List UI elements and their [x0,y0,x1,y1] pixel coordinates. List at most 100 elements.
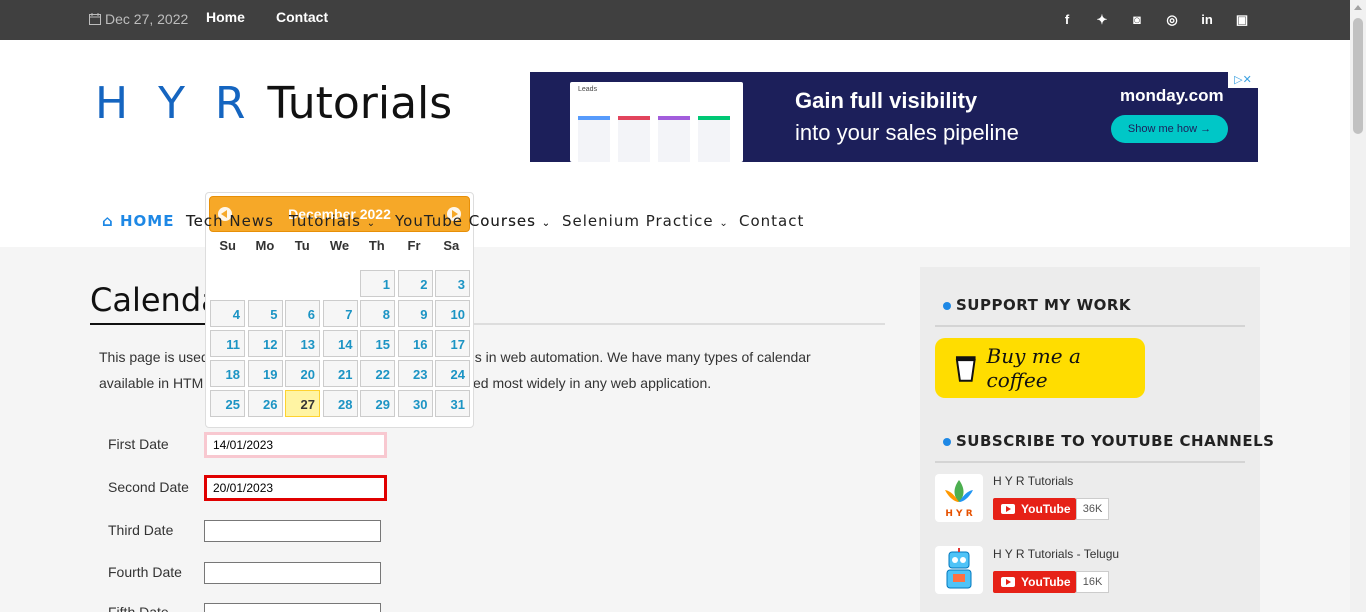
instagram-icon[interactable]: ◎ [1165,12,1179,28]
day-cell[interactable]: 23 [397,360,433,387]
youtube-play-icon [1001,577,1015,587]
day-cell[interactable]: 30 [397,390,433,417]
channel-avatar-telugu[interactable] [935,546,983,594]
page-scrollbar[interactable] [1350,0,1366,612]
home-icon: ⌂ [102,212,114,230]
site-logo[interactable]: H Y R Tutorials [95,77,452,131]
second-date-input[interactable] [204,475,387,501]
day-cell[interactable]: 31 [435,390,470,417]
day-cell[interactable]: 5 [247,300,283,327]
chevron-down-icon: ⌄ [541,218,552,229]
ad-panel-label: Leads [578,86,598,93]
subscribe-heading: SUBSCRIBE TO YOUTUBE CHANNELS [943,432,1274,450]
day-cell[interactable]: 12 [247,330,283,357]
weekday-label: Tu [294,238,310,253]
third-date-input[interactable] [204,520,381,542]
day-cell[interactable]: 15 [360,330,395,357]
day-cell[interactable]: 9 [397,300,433,327]
logo-tutorials: Tutorials [267,78,453,129]
day-cell[interactable]: 10 [435,300,470,327]
buy-coffee-label: Buy me a coffee [986,344,1081,392]
youtube-icon[interactable]: ▣ [1235,12,1249,28]
github-icon[interactable]: ◙ [1130,12,1144,28]
subscriber-count: 16K [1076,571,1109,593]
fourth-date-label: Fourth Date [108,564,182,580]
day-cell[interactable]: 18 [210,360,245,387]
day-cell[interactable]: 2 [397,270,433,297]
day-cell[interactable]: 20 [285,360,320,387]
calendar-icon [89,13,101,25]
ad-cta-button[interactable]: Show me how → [1111,115,1228,143]
linkedin-icon[interactable]: in [1200,12,1214,28]
day-cell[interactable]: 28 [322,390,358,417]
third-date-label: Third Date [108,522,174,538]
ad-headline: Gain full visibility [795,88,978,113]
day-cell[interactable]: 26 [247,390,283,417]
weekday-label: Mo [255,238,275,253]
svg-text:H Y R: H Y R [945,509,972,519]
day-cell[interactable]: 14 [322,330,358,357]
day-cell[interactable]: 4 [210,300,245,327]
ad-panel-image: Leads [570,82,743,162]
facebook-icon[interactable]: f [1060,12,1074,28]
nav-youtube-courses-overlay[interactable]: YouTube Courses ⌄ [395,212,551,230]
logo-hyr: H Y R [95,78,254,129]
twitter-icon[interactable]: ✦ [1095,12,1109,28]
day-cell[interactable]: 7 [322,300,358,327]
first-date-label: First Date [108,436,169,452]
nav-contact[interactable]: Contact [739,212,804,230]
day-cell[interactable]: 11 [210,330,245,357]
intro-text-line1-b: ss in web automation. We have many types… [466,349,811,365]
day-cell[interactable]: 19 [247,360,283,387]
nav-home-label: HOME [119,212,175,230]
day-cell[interactable]: 1 [360,270,395,297]
fifth-date-label: Fifth Date [108,604,169,612]
top-contact-link[interactable]: Contact [276,9,328,25]
sidebar-divider [935,461,1245,463]
channel-avatar-hyr[interactable]: H Y R [935,474,983,522]
first-date-input[interactable] [204,432,387,458]
sidebar-divider [935,325,1245,327]
ad-close-icon[interactable]: ▷✕ [1228,72,1258,88]
day-cell[interactable]: 29 [360,390,395,417]
day-cell[interactable]: 25 [210,390,245,417]
ad-banner[interactable]: Leads Gain full visibility into your sal… [530,72,1258,162]
day-cell-empty [323,270,358,297]
fifth-date-input[interactable] [204,603,381,612]
day-cell-empty [285,270,320,297]
support-heading: SUPPORT MY WORK [943,296,1131,314]
channel-name-hyr[interactable]: H Y R Tutorials [993,474,1073,488]
nav-tutorials-overlay[interactable]: Tutorials ⌄ [289,212,376,230]
bullet-icon [943,301,951,310]
day-cell[interactable]: 8 [360,300,395,327]
coffee-cup-icon [955,356,976,382]
day-cell[interactable]: 17 [435,330,470,357]
fourth-date-input[interactable] [204,562,381,584]
day-cell[interactable]: 27 [285,390,320,417]
weekday-label: Su [219,238,236,253]
day-cell[interactable]: 22 [360,360,395,387]
day-cell[interactable]: 6 [285,300,320,327]
nav-selenium-practice[interactable]: Selenium Practice ⌄ [562,212,729,230]
day-cell[interactable]: 24 [435,360,470,387]
day-cell[interactable]: 13 [285,330,320,357]
day-cell[interactable]: 3 [435,270,470,297]
nav-home[interactable]: ⌂ HOME [102,212,174,230]
datepicker-grid: 1 2 3 4 5 6 7 8 9 10 11 12 13 14 15 16 17 18 19 20 21 22 23 24 2… [210,270,470,417]
channel-name-telugu[interactable]: H Y R Tutorials - Telugu [993,547,1119,561]
day-cell[interactable]: 16 [397,330,433,357]
youtube-subscribe-button[interactable]: YouTube [993,571,1076,593]
date-display: Dec 27, 2022 [89,11,188,27]
chevron-down-icon: ⌄ [366,218,377,229]
weekday-label: We [329,238,350,253]
top-home-link[interactable]: Home [206,9,245,25]
buy-coffee-button[interactable]: Buy me a coffee [935,338,1145,398]
intro-text-line2-b: ed most widely in any web application. [473,375,712,391]
scrollbar-thumb[interactable] [1353,18,1363,134]
day-cell-empty [248,270,283,297]
nav-tech-news-overlay[interactable]: Tech News [186,212,274,230]
day-cell[interactable]: 21 [322,360,358,387]
youtube-subscribe-button[interactable]: YouTube [993,498,1076,520]
weekday-label: Th [368,238,385,253]
weekday-label: Fr [407,238,421,253]
